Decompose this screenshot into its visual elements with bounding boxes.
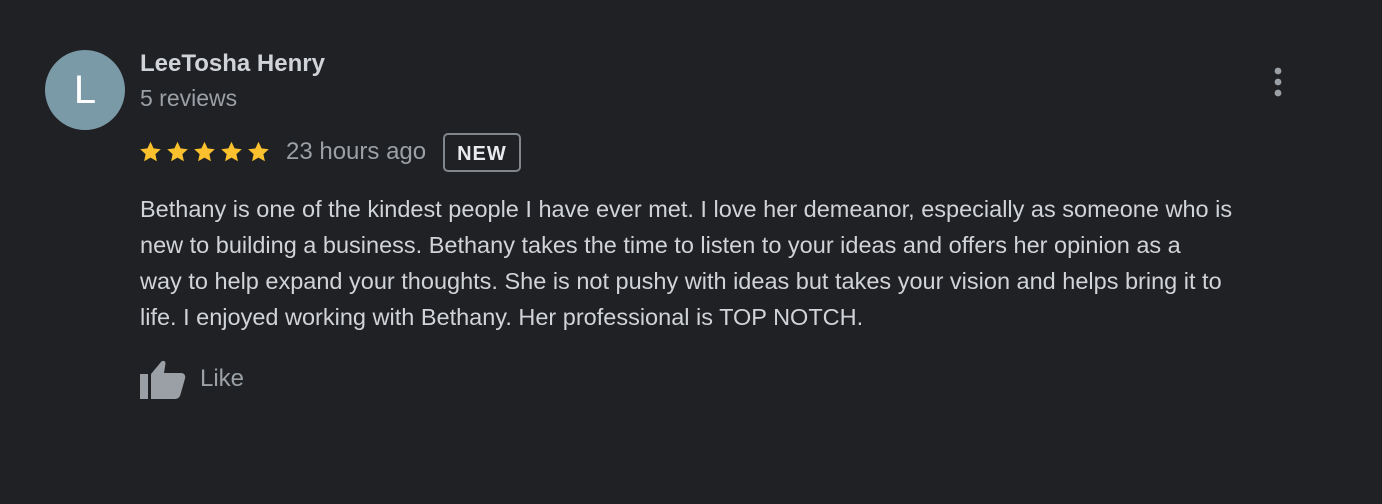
avatar[interactable]: L [45, 50, 125, 130]
star-icon [192, 140, 217, 164]
thumb-up-icon [140, 359, 186, 399]
review-text: Bethany is one of the kindest people I h… [140, 196, 1233, 330]
star-icon [219, 140, 244, 164]
star-rating [138, 140, 271, 164]
star-icon [138, 140, 163, 164]
like-button[interactable]: Like [140, 356, 244, 402]
reviewer-name[interactable]: LeeTosha Henry [140, 50, 325, 78]
more-vert-icon [1262, 62, 1294, 102]
more-options-button[interactable] [1262, 62, 1294, 102]
review-time: 23 hours ago [286, 138, 427, 165]
like-label: Like [200, 365, 245, 392]
new-badge: NEW [443, 132, 521, 172]
review-card: L LeeTosha Henry 5 reviews 23 hours ago … [0, 0, 1382, 504]
star-icon [165, 140, 190, 164]
rating-row: 23 hours ago NEW [138, 130, 521, 174]
star-icon [246, 140, 271, 164]
reviewer-review-count[interactable]: 5 reviews [140, 85, 237, 112]
